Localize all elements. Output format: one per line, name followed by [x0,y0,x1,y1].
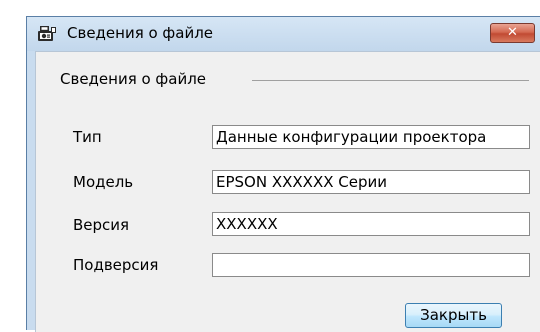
dialog-body: Сведения о файле Тип Данные конфигурации… [35,51,540,332]
version-label: Версия [73,216,130,234]
type-label: Тип [73,128,102,146]
group-divider [252,80,529,81]
close-button[interactable]: Закрыть [405,303,502,328]
title-bar[interactable]: Сведения о файле ✕ [27,17,540,51]
window-title: Сведения о файле [67,24,214,42]
version-field[interactable]: XXXXXX [212,212,530,236]
model-label: Модель [73,173,134,191]
close-icon: ✕ [507,25,518,40]
file-info-dialog: Сведения о файле ✕ Сведения о файле Тип … [26,16,540,332]
subversion-label: Подверсия [73,256,159,274]
type-field[interactable]: Данные конфигурации проектора [212,125,530,149]
subversion-field[interactable] [212,253,530,277]
projector-file-icon [37,25,57,43]
group-title: Сведения о файле [60,69,213,89]
window-close-button[interactable]: ✕ [490,23,535,43]
model-field[interactable]: EPSON XXXXXX Серии [212,170,530,194]
